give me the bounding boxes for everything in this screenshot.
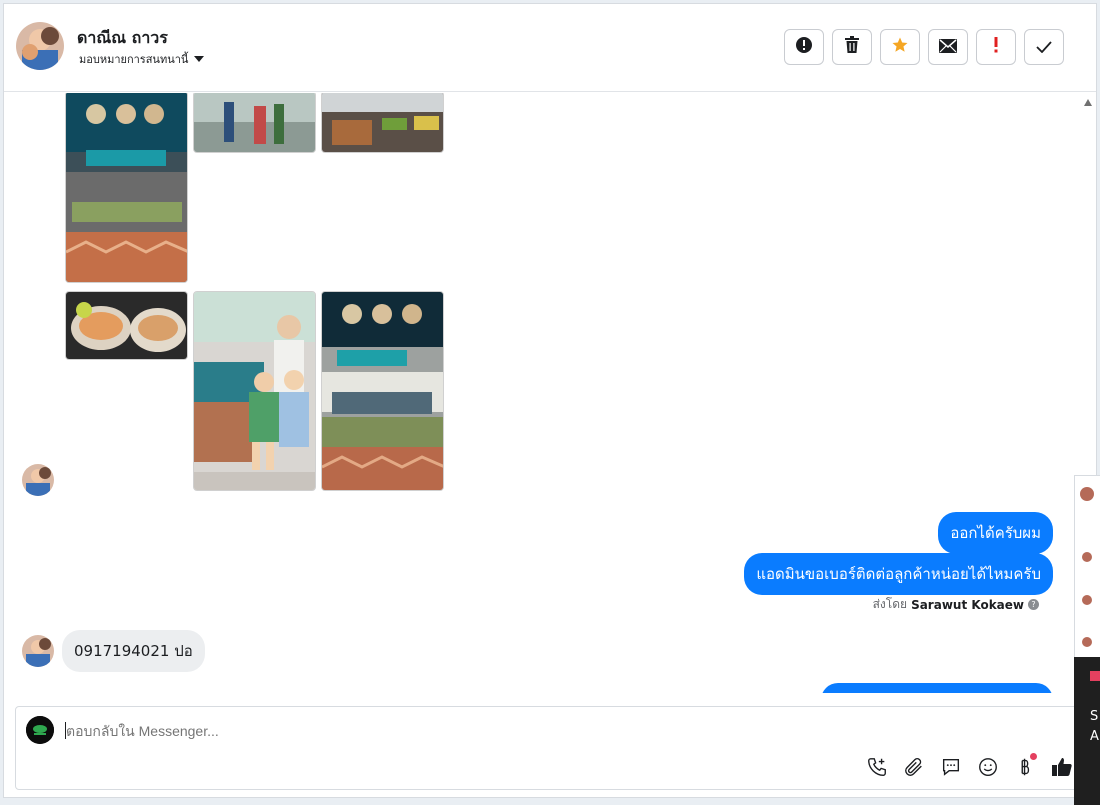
- outgoing-message[interactable]: ออกได้ครับผม: [938, 512, 1053, 554]
- sent-by-name: Sarawut Kokaew: [911, 597, 1024, 612]
- scroll-up-arrow[interactable]: [1084, 99, 1092, 106]
- chat-list-avatar[interactable]: [1082, 552, 1092, 562]
- side-text-line: S: [1090, 709, 1099, 724]
- photo-attachment[interactable]: [193, 93, 316, 153]
- emoji-icon[interactable]: [976, 755, 1000, 779]
- photo-attachment[interactable]: [321, 93, 444, 153]
- notification-dot: [1030, 753, 1037, 760]
- star-icon: [891, 36, 909, 58]
- chat-list-avatar[interactable]: [1082, 637, 1092, 647]
- mark-unread-button[interactable]: [928, 29, 968, 65]
- calendar-icon: [1090, 671, 1100, 681]
- photo-attachment[interactable]: [65, 291, 188, 360]
- check-icon: [1036, 38, 1052, 57]
- conversation-panel: ดาณีณ ถาวร มอบหมายการสนทนานี้ ออกได้ครับ…: [3, 3, 1097, 798]
- report-button[interactable]: [784, 29, 824, 65]
- mark-spam-button[interactable]: [976, 29, 1016, 65]
- app-frame: ดาณีณ ถาวร มอบหมายการสนทนานี้ ออกได้ครับ…: [0, 0, 1100, 805]
- chat-list-avatar[interactable]: [1080, 487, 1094, 501]
- sent-by-label: ส่งโดย Sarawut Kokaew ?: [873, 595, 1039, 614]
- delete-button[interactable]: [832, 29, 872, 65]
- mark-done-button[interactable]: [1024, 29, 1064, 65]
- composer-actions: [865, 753, 1074, 779]
- chat-list-avatar[interactable]: [1082, 595, 1092, 605]
- side-chat-list[interactable]: [1074, 475, 1100, 660]
- chat-bubble-icon[interactable]: [939, 755, 963, 779]
- photo-attachment[interactable]: [65, 93, 188, 283]
- side-notification-panel[interactable]: S A: [1074, 657, 1100, 805]
- page-avatar: [26, 716, 54, 744]
- alert-icon: [795, 36, 813, 58]
- star-button[interactable]: [880, 29, 920, 65]
- phone-plus-icon[interactable]: [865, 755, 889, 779]
- message-thread[interactable]: ออกได้ครับผม แอดมินขอเบอร์ติดต่อลูกค้าหน…: [4, 93, 1084, 693]
- sender-avatar[interactable]: [22, 464, 54, 496]
- chevron-down-icon: [194, 56, 205, 62]
- exclamation-icon: [993, 37, 999, 57]
- header-toolbar: [784, 29, 1064, 65]
- message-composer: [15, 706, 1083, 790]
- incoming-message[interactable]: 0917194021 ปอ: [62, 630, 205, 672]
- contact-name: ดาณีณ ถาวร: [77, 28, 168, 47]
- reply-input[interactable]: [66, 723, 766, 739]
- assign-label: มอบหมายการสนทนานี้: [79, 53, 189, 66]
- assign-conversation-dropdown[interactable]: มอบหมายการสนทนานี้: [79, 50, 205, 68]
- help-icon[interactable]: ?: [1028, 599, 1039, 610]
- trash-icon: [844, 36, 860, 58]
- paperclip-icon[interactable]: [902, 755, 926, 779]
- contact-avatar[interactable]: [16, 22, 64, 70]
- photo-attachment[interactable]: [321, 291, 444, 491]
- envelope-icon: [939, 38, 957, 57]
- sender-avatar[interactable]: [22, 635, 54, 667]
- outgoing-message[interactable]: แอดมินขอเบอร์ติดต่อลูกค้าหน่อยได้ไหมครับ: [744, 553, 1053, 595]
- outgoing-message-partial[interactable]: [821, 683, 1053, 693]
- photo-attachment[interactable]: [193, 291, 316, 491]
- baht-icon[interactable]: [1013, 753, 1037, 779]
- conversation-header: ดาณีณ ถาวร มอบหมายการสนทนานี้: [4, 4, 1096, 92]
- side-text-line: A: [1090, 729, 1099, 744]
- thumbs-up-icon[interactable]: [1050, 755, 1074, 779]
- sent-by-prefix: ส่งโดย: [872, 597, 908, 611]
